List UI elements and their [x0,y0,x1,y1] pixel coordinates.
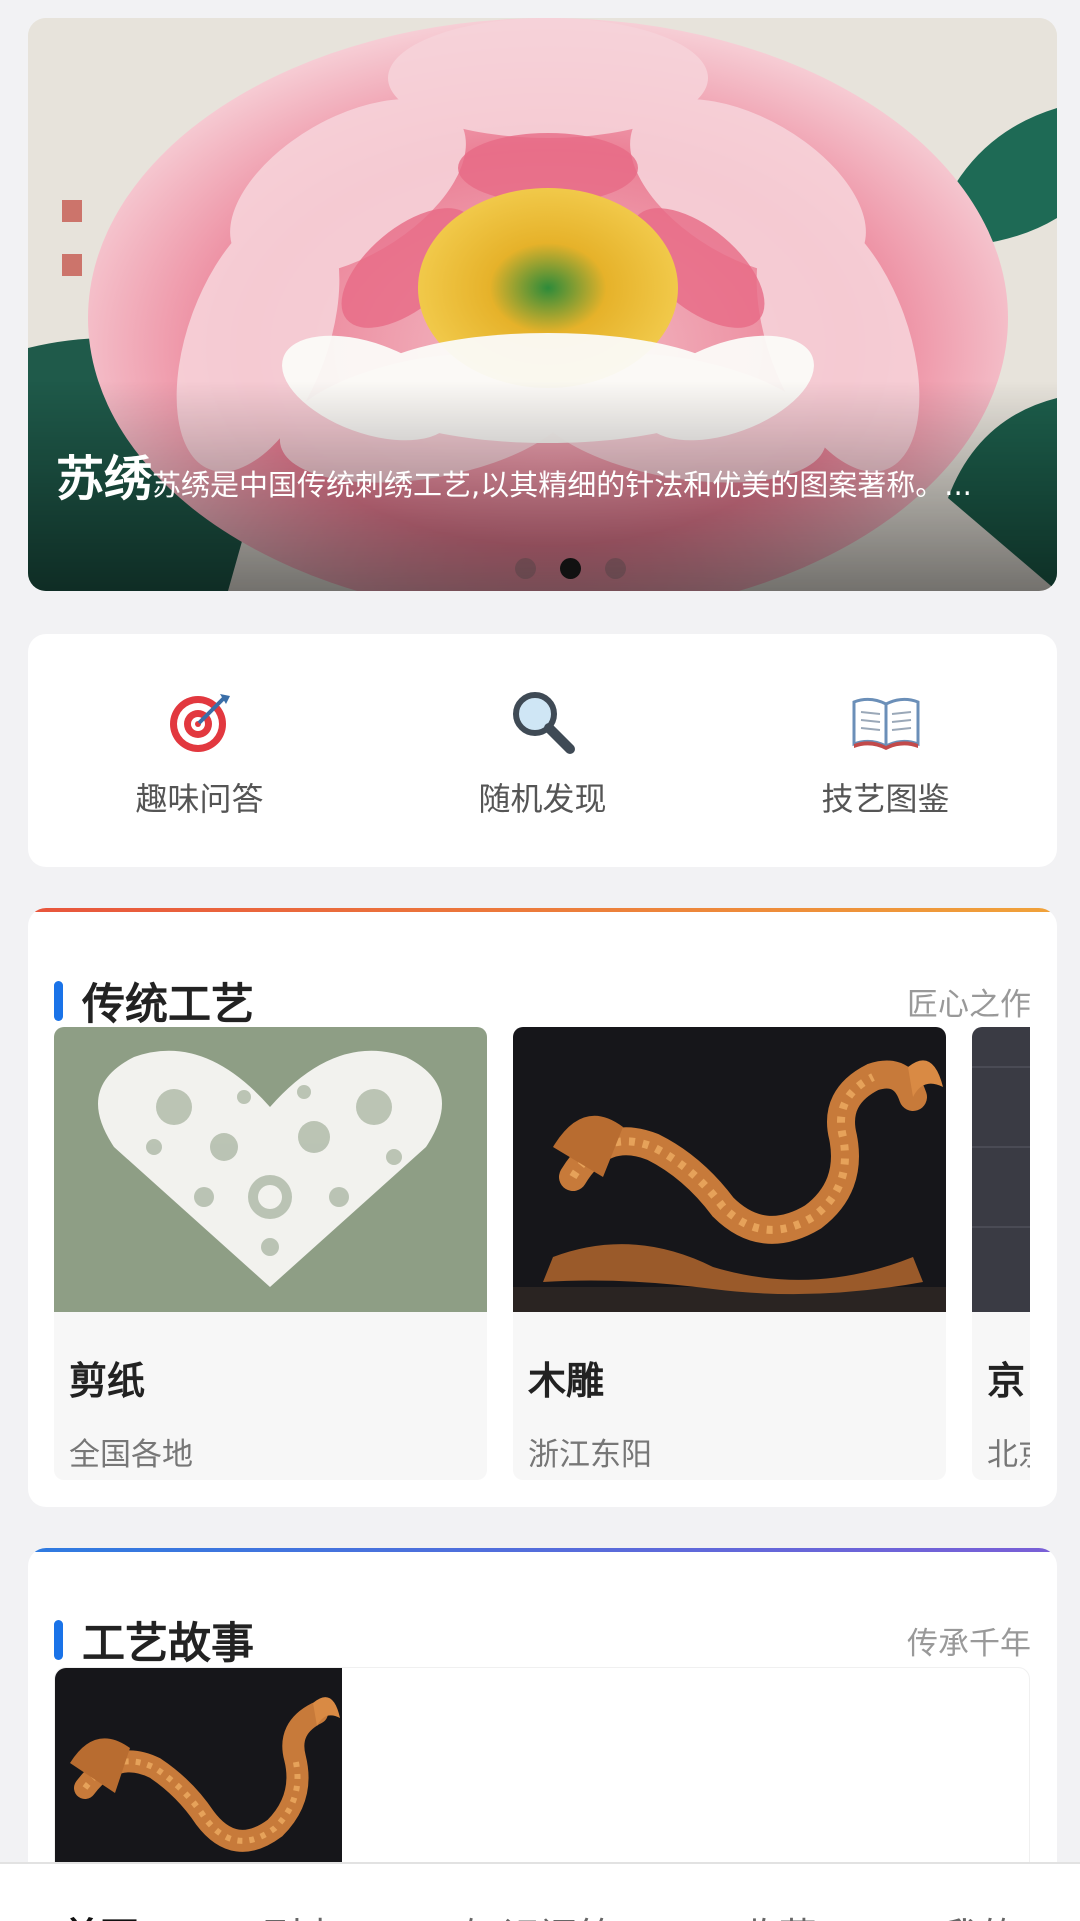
carousel-dot[interactable] [515,558,536,579]
section-subtitle[interactable]: 传承千年 [907,1618,1031,1663]
tab-quiz[interactable]: 知识问答 [464,1864,616,1921]
quiz-label: 趣味问答 [135,779,264,818]
random-discover-action[interactable]: 随机发现 [423,682,663,820]
papercut-image [54,1027,487,1312]
section-accent-bar [54,1620,63,1660]
quick-actions: 趣味问答 随机发现 技艺图鉴 [28,634,1057,867]
section-header: 传统工艺 匠心之作 [54,971,1031,1031]
craft-card[interactable]: 京 北京 [972,1027,1030,1480]
tab-favorites[interactable]: 收藏 [741,1864,817,1921]
stories-section: 工艺故事 传承千年 [28,1548,1057,1888]
carousel-dot-active[interactable] [560,558,581,579]
section-accent-bar [54,981,63,1021]
craft-image [972,1027,1030,1312]
banner-description: 苏绣是中国传统刺绣工艺,以其精细的针法和优美的图案著称。... [152,468,972,502]
random-discover-label: 随机发现 [478,779,607,818]
craft-card[interactable]: 剪纸 全国各地 [54,1027,487,1480]
crafts-carousel[interactable]: 剪纸 全国各地 木雕 浙江东阳 京 北 [54,1027,1030,1480]
tab-list[interactable]: 列表 [263,1864,339,1921]
app-screen: 苏绣苏绣是中国传统刺绣工艺,以其精细的针法和优美的图案著称。... 趣味问答 随… [0,0,1080,1921]
banner-carousel[interactable]: 苏绣苏绣是中国传统刺绣工艺,以其精细的针法和优美的图案著称。... [28,18,1057,591]
section-topline [28,908,1057,912]
skills-catalog-action[interactable]: 技艺图鉴 [766,682,1006,820]
craft-name: 木雕 [528,1359,605,1403]
craft-region: 浙江东阳 [528,1437,652,1473]
section-title: 工艺故事 [82,1619,254,1669]
magnifier-icon [423,682,663,762]
quiz-action[interactable]: 趣味问答 [80,682,320,820]
tab-profile[interactable]: 我的 [942,1864,1018,1921]
bottom-tab-bar: 首页 列表 知识问答 收藏 我的 [0,1862,1080,1921]
craft-region: 全国各地 [69,1437,193,1473]
craft-region: 北京 [987,1437,1030,1473]
skills-catalog-label: 技艺图鉴 [821,779,950,818]
banner-title: 苏绣 [56,451,153,507]
craft-name: 京 [987,1359,1026,1403]
craft-name: 剪纸 [69,1359,146,1403]
tab-home[interactable]: 首页 [62,1864,138,1921]
carousel-dot[interactable] [605,558,626,579]
section-topline [28,1548,1057,1552]
section-header: 工艺故事 传承千年 [54,1610,1031,1670]
book-icon [766,682,1006,762]
section-title: 传统工艺 [82,980,254,1030]
crafts-section: 传统工艺 匠心之作 剪纸 全国各地 木雕 浙江东阳 京 北 [28,908,1057,1507]
section-subtitle[interactable]: 匠心之作 [907,979,1031,1024]
craft-card[interactable]: 木雕 浙江东阳 [513,1027,946,1480]
carousel-indicator [515,558,626,579]
target-icon [80,682,320,762]
banner-caption: 苏绣苏绣是中国传统刺绣工艺,以其精细的针法和优美的图案著称。... [56,446,997,518]
wood-carving-image [513,1027,946,1312]
story-card[interactable] [54,1667,1030,1888]
story-image [55,1668,342,1888]
